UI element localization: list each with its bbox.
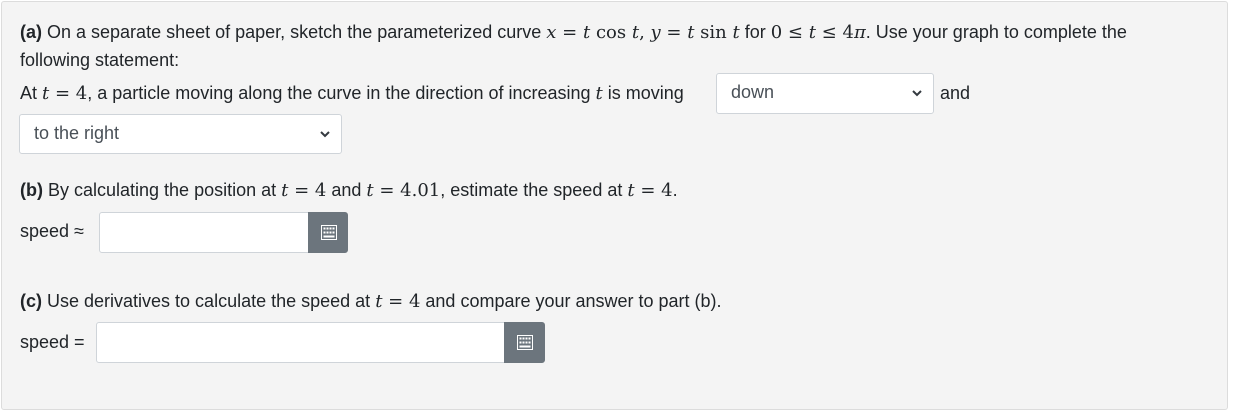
- speed-estimate-input[interactable]: [99, 212, 309, 253]
- chevron-down-icon: [912, 90, 922, 97]
- question-card: (a) On a separate sheet of paper, sketch…: [1, 1, 1228, 410]
- vertical-direction-value: down: [731, 82, 775, 102]
- part-b-statement: (b) By calculating the position at t = 4…: [20, 180, 678, 201]
- keyboard-icon: [517, 335, 533, 350]
- vertical-direction-select[interactable]: down: [716, 73, 934, 114]
- chevron-down-icon: [320, 131, 330, 138]
- speed-exact-input[interactable]: [96, 322, 505, 363]
- speed-exact-label: speed =: [20, 332, 85, 352]
- part-a-statement-cont: following statement:: [20, 50, 180, 70]
- horizontal-direction-select[interactable]: to the right: [19, 114, 342, 154]
- and-label: and: [940, 83, 971, 103]
- part-c-marker: (c): [20, 291, 42, 311]
- part-c-statement: (c) Use derivatives to calculate the spe…: [20, 291, 722, 312]
- speed-estimate-keyboard-button[interactable]: [308, 212, 348, 253]
- horizontal-direction-value: to the right: [34, 123, 120, 143]
- part-b-marker: (b): [20, 180, 43, 200]
- part-a-marker: (a): [20, 22, 42, 42]
- keyboard-icon: [321, 225, 337, 240]
- part-a-statement: (a) On a separate sheet of paper, sketch…: [20, 22, 1127, 43]
- part-a-prompt: At t = 4, a particle moving along the cu…: [20, 83, 684, 104]
- speed-estimate-label: speed ≈: [20, 221, 84, 241]
- speed-exact-keyboard-button[interactable]: [504, 322, 545, 363]
